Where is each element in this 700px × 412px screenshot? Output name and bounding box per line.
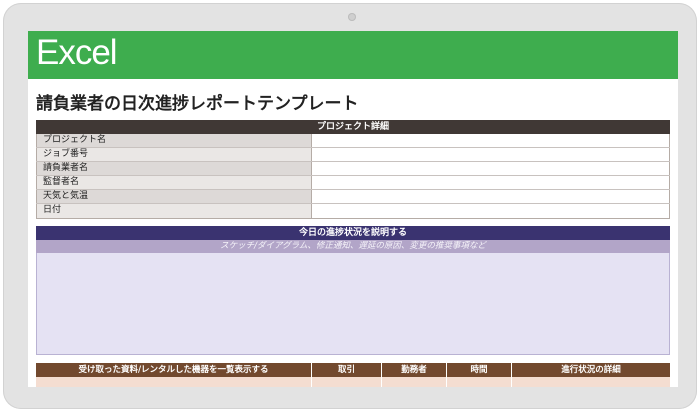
progress-header: 今日の進捗状況を説明する (36, 226, 670, 240)
materials-header-row: 受け取った資料/レンタルした機器を一覧表示する 取引 勤務者 時間 進行状況の詳… (36, 363, 670, 377)
banner-title: Excel (36, 33, 118, 72)
contractor-name-label: 請負業者名 (36, 162, 312, 175)
table-row: ジョブ番号 (36, 148, 670, 162)
materials-cell[interactable] (36, 377, 312, 387)
camera-icon (348, 13, 356, 21)
workers-cell[interactable] (382, 377, 447, 387)
hours-cell[interactable] (447, 377, 512, 387)
excel-banner: Excel (28, 31, 678, 79)
progress-section: 今日の進捗状況を説明する スケッチ/ダイアグラム、修正通知、遅延の原因、変更の推… (36, 226, 670, 355)
table-row: 天気と気温 (36, 190, 670, 204)
supervisor-name-cell[interactable] (312, 176, 670, 189)
progress-subheader: スケッチ/ダイアグラム、修正通知、遅延の原因、変更の推奨事項など (36, 240, 670, 253)
progress-input-area[interactable] (36, 253, 670, 355)
contractor-name-cell[interactable] (312, 162, 670, 175)
table-row: 日付 (36, 204, 670, 218)
project-name-label: プロジェクト名 (36, 134, 312, 147)
materials-column-header: 受け取った資料/レンタルした機器を一覧表示する (36, 363, 312, 377)
materials-table: 受け取った資料/レンタルした機器を一覧表示する 取引 勤務者 時間 進行状況の詳… (36, 363, 670, 387)
table-row: 監督者名 (36, 176, 670, 190)
project-details-header: プロジェクト詳細 (36, 120, 670, 134)
page-title: 請負業者の日次進捗レポートテンプレート (36, 94, 359, 114)
progress-details-cell[interactable] (512, 377, 670, 387)
progress-details-column-header: 進行状況の詳細 (561, 365, 621, 375)
trade-column-header: 取引 (312, 363, 382, 377)
spreadsheet-screen: Excel 請負業者の日次進捗レポートテンプレート プロジェクト詳細 プロジェク… (28, 31, 678, 387)
date-label: 日付 (36, 204, 312, 218)
hours-column-header: 時間 (447, 363, 512, 377)
table-row: 請負業者名 (36, 162, 670, 176)
supervisor-name-label: 監督者名 (36, 176, 312, 189)
weather-label: 天気と気温 (36, 190, 312, 203)
job-number-cell[interactable] (312, 148, 670, 161)
table-row: プロジェクト名 (36, 134, 670, 148)
job-number-label: ジョブ番号 (36, 148, 312, 161)
trade-cell[interactable] (312, 377, 382, 387)
workers-column-header: 勤務者 (382, 363, 447, 377)
date-cell[interactable] (312, 204, 670, 218)
project-name-cell[interactable] (312, 134, 670, 147)
device-frame: Excel 請負業者の日次進捗レポートテンプレート プロジェクト詳細 プロジェク… (3, 3, 697, 409)
project-details-table: プロジェクト詳細 プロジェクト名 ジョブ番号 請負業者名 監督者名 天気と気温 … (36, 120, 670, 219)
weather-cell[interactable] (312, 190, 670, 203)
table-row (36, 377, 670, 387)
project-details-body: プロジェクト名 ジョブ番号 請負業者名 監督者名 天気と気温 日付 (36, 134, 670, 219)
